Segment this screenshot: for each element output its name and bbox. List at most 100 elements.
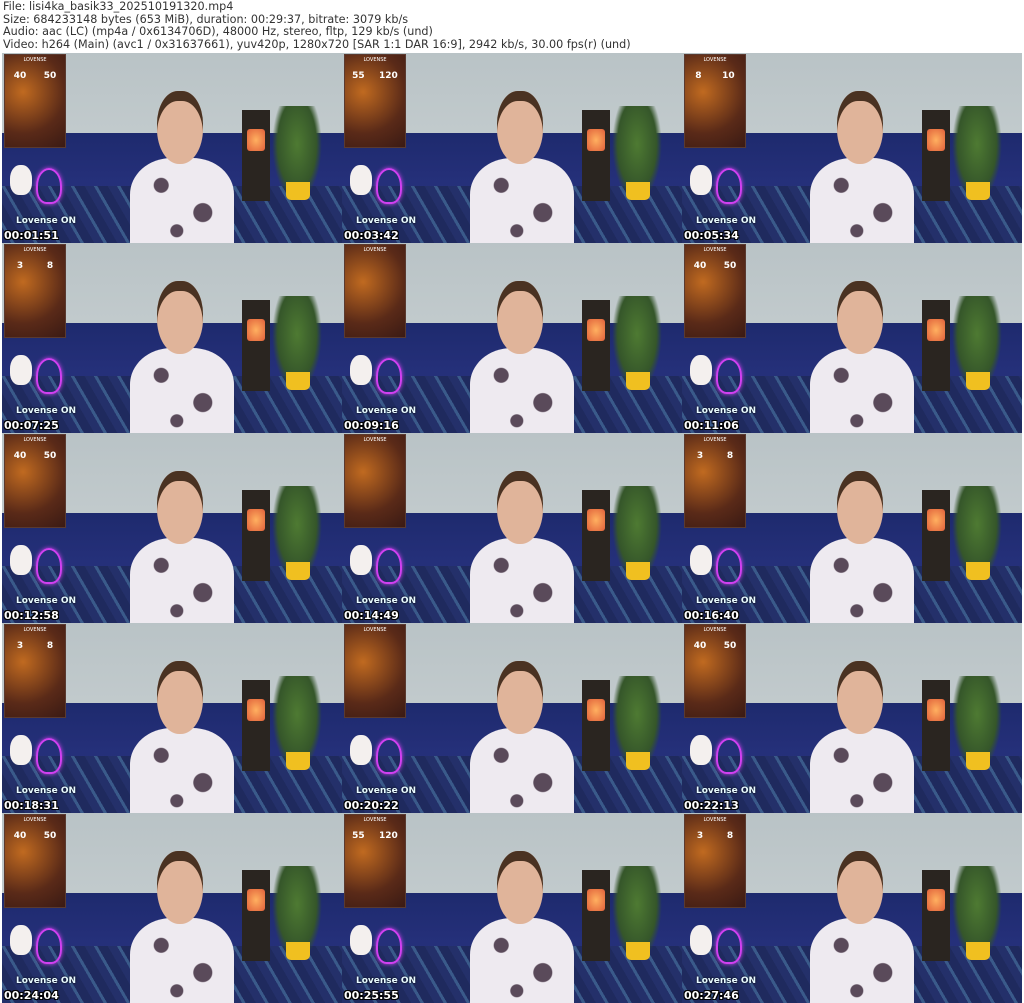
salt-lamp <box>927 699 945 721</box>
person <box>464 91 580 243</box>
video-thumbnail: LOVENSE Lovense ON 00:09:16 <box>342 243 682 433</box>
tip-value: 50 <box>723 641 737 651</box>
file-name: File: lisi4ka_basik33_202510191320.mp4 <box>3 0 234 13</box>
plant-pot <box>626 182 650 201</box>
person-head <box>496 281 543 354</box>
timestamp: 00:12:58 <box>4 609 59 622</box>
bunny-icon <box>350 545 372 575</box>
tip-value: 120 <box>379 831 398 841</box>
salt-lamp <box>247 509 265 531</box>
video-thumbnail: LOVENSE 40 50 Lovense ON 00:22:13 <box>682 623 1022 813</box>
salt-lamp <box>247 699 265 721</box>
neon-logo-icon <box>716 358 742 394</box>
tip-menu-overlay: LOVENSE 3 8 <box>4 624 66 718</box>
person-head <box>496 661 543 734</box>
timestamp: 00:18:31 <box>4 799 59 812</box>
timestamp: 00:27:46 <box>684 989 739 1002</box>
video-thumbnail: LOVENSE 3 8 Lovense ON 00:27:46 <box>682 813 1022 1003</box>
person-body <box>130 727 235 813</box>
person <box>124 471 240 623</box>
bunny-icon <box>10 925 32 955</box>
tip-value: 10 <box>722 71 735 81</box>
video-thumbnail: LOVENSE 40 50 Lovense ON 00:12:58 <box>2 433 342 623</box>
lovense-status: Lovense ON <box>16 786 77 796</box>
video-thumbnail: LOVENSE 55 120 Lovense ON 00:03:42 <box>342 53 682 243</box>
timestamp: 00:09:16 <box>344 419 399 432</box>
file-info-header: File: lisi4ka_basik33_202510191320.mp4 S… <box>3 0 631 51</box>
video-thumbnail: LOVENSE 8 10 Lovense ON 00:05:34 <box>682 53 1022 243</box>
tip-menu-overlay: LOVENSE 40 50 <box>4 54 66 148</box>
person-head <box>836 281 883 354</box>
tip-menu-overlay: LOVENSE 40 50 <box>4 434 66 528</box>
tip-value: 8 <box>46 261 54 271</box>
bunny-icon <box>690 735 712 765</box>
bunny-icon <box>350 735 372 765</box>
neon-logo-icon <box>716 738 742 774</box>
timestamp: 00:14:49 <box>344 609 399 622</box>
person <box>464 661 580 813</box>
lovense-status: Lovense ON <box>356 216 417 226</box>
tip-value: 40 <box>693 641 707 651</box>
tip-value: 55 <box>352 71 365 81</box>
person <box>464 471 580 623</box>
overlay-brand: LOVENSE <box>703 817 727 823</box>
salt-lamp <box>927 129 945 151</box>
neon-logo-icon <box>376 738 402 774</box>
shelf <box>242 490 270 582</box>
bunny-icon <box>690 355 712 385</box>
bunny-icon <box>10 545 32 575</box>
lovense-status: Lovense ON <box>16 976 77 986</box>
person-head <box>156 91 203 164</box>
tip-menu-overlay: LOVENSE <box>344 244 406 338</box>
shelf <box>582 490 610 582</box>
person-body <box>810 157 915 243</box>
neon-logo-icon <box>36 358 62 394</box>
shelf <box>242 300 270 392</box>
bunny-icon <box>690 165 712 195</box>
lovense-status: Lovense ON <box>356 596 417 606</box>
video-thumbnail: LOVENSE Lovense ON 00:20:22 <box>342 623 682 813</box>
neon-logo-icon <box>716 928 742 964</box>
tip-menu-overlay: LOVENSE 40 50 <box>684 244 746 338</box>
salt-lamp <box>587 699 605 721</box>
salt-lamp <box>927 319 945 341</box>
video-thumbnail: LOVENSE 3 8 Lovense ON 00:18:31 <box>2 623 342 813</box>
lovense-status: Lovense ON <box>356 406 417 416</box>
overlay-brand: LOVENSE <box>703 57 727 63</box>
neon-logo-icon <box>376 928 402 964</box>
shelf <box>242 680 270 772</box>
person-head <box>496 471 543 544</box>
tip-value: 50 <box>43 71 57 81</box>
tip-menu-overlay: LOVENSE 8 10 <box>684 54 746 148</box>
tip-value: 40 <box>13 451 27 461</box>
salt-lamp <box>247 129 265 151</box>
person-head <box>156 281 203 354</box>
overlay-brand: LOVENSE <box>23 817 47 823</box>
person <box>804 471 920 623</box>
video-thumbnail: LOVENSE 40 50 Lovense ON 00:24:04 <box>2 813 342 1003</box>
timestamp: 00:20:22 <box>344 799 399 812</box>
tip-menu-overlay: LOVENSE 40 50 <box>4 814 66 908</box>
plant-pot <box>286 562 310 581</box>
timestamp: 00:11:06 <box>684 419 739 432</box>
plant-pot <box>626 562 650 581</box>
shelf <box>922 680 950 772</box>
plant-pot <box>626 372 650 391</box>
neon-logo-icon <box>376 358 402 394</box>
person-body <box>470 537 575 623</box>
tip-menu-overlay: LOVENSE 3 8 <box>684 434 746 528</box>
person-head <box>496 91 543 164</box>
video-thumbnail: LOVENSE 40 50 Lovense ON 00:11:06 <box>682 243 1022 433</box>
shelf <box>582 300 610 392</box>
person-head <box>156 471 203 544</box>
bunny-icon <box>690 925 712 955</box>
lovense-status: Lovense ON <box>356 786 417 796</box>
lovense-status: Lovense ON <box>696 406 757 416</box>
shelf <box>242 870 270 962</box>
timestamp: 00:16:40 <box>684 609 739 622</box>
person-head <box>156 661 203 734</box>
overlay-brand: LOVENSE <box>363 627 387 633</box>
video-info: Video: h264 (Main) (avc1 / 0x31637661), … <box>3 37 631 51</box>
person <box>124 281 240 433</box>
overlay-brand: LOVENSE <box>363 437 387 443</box>
